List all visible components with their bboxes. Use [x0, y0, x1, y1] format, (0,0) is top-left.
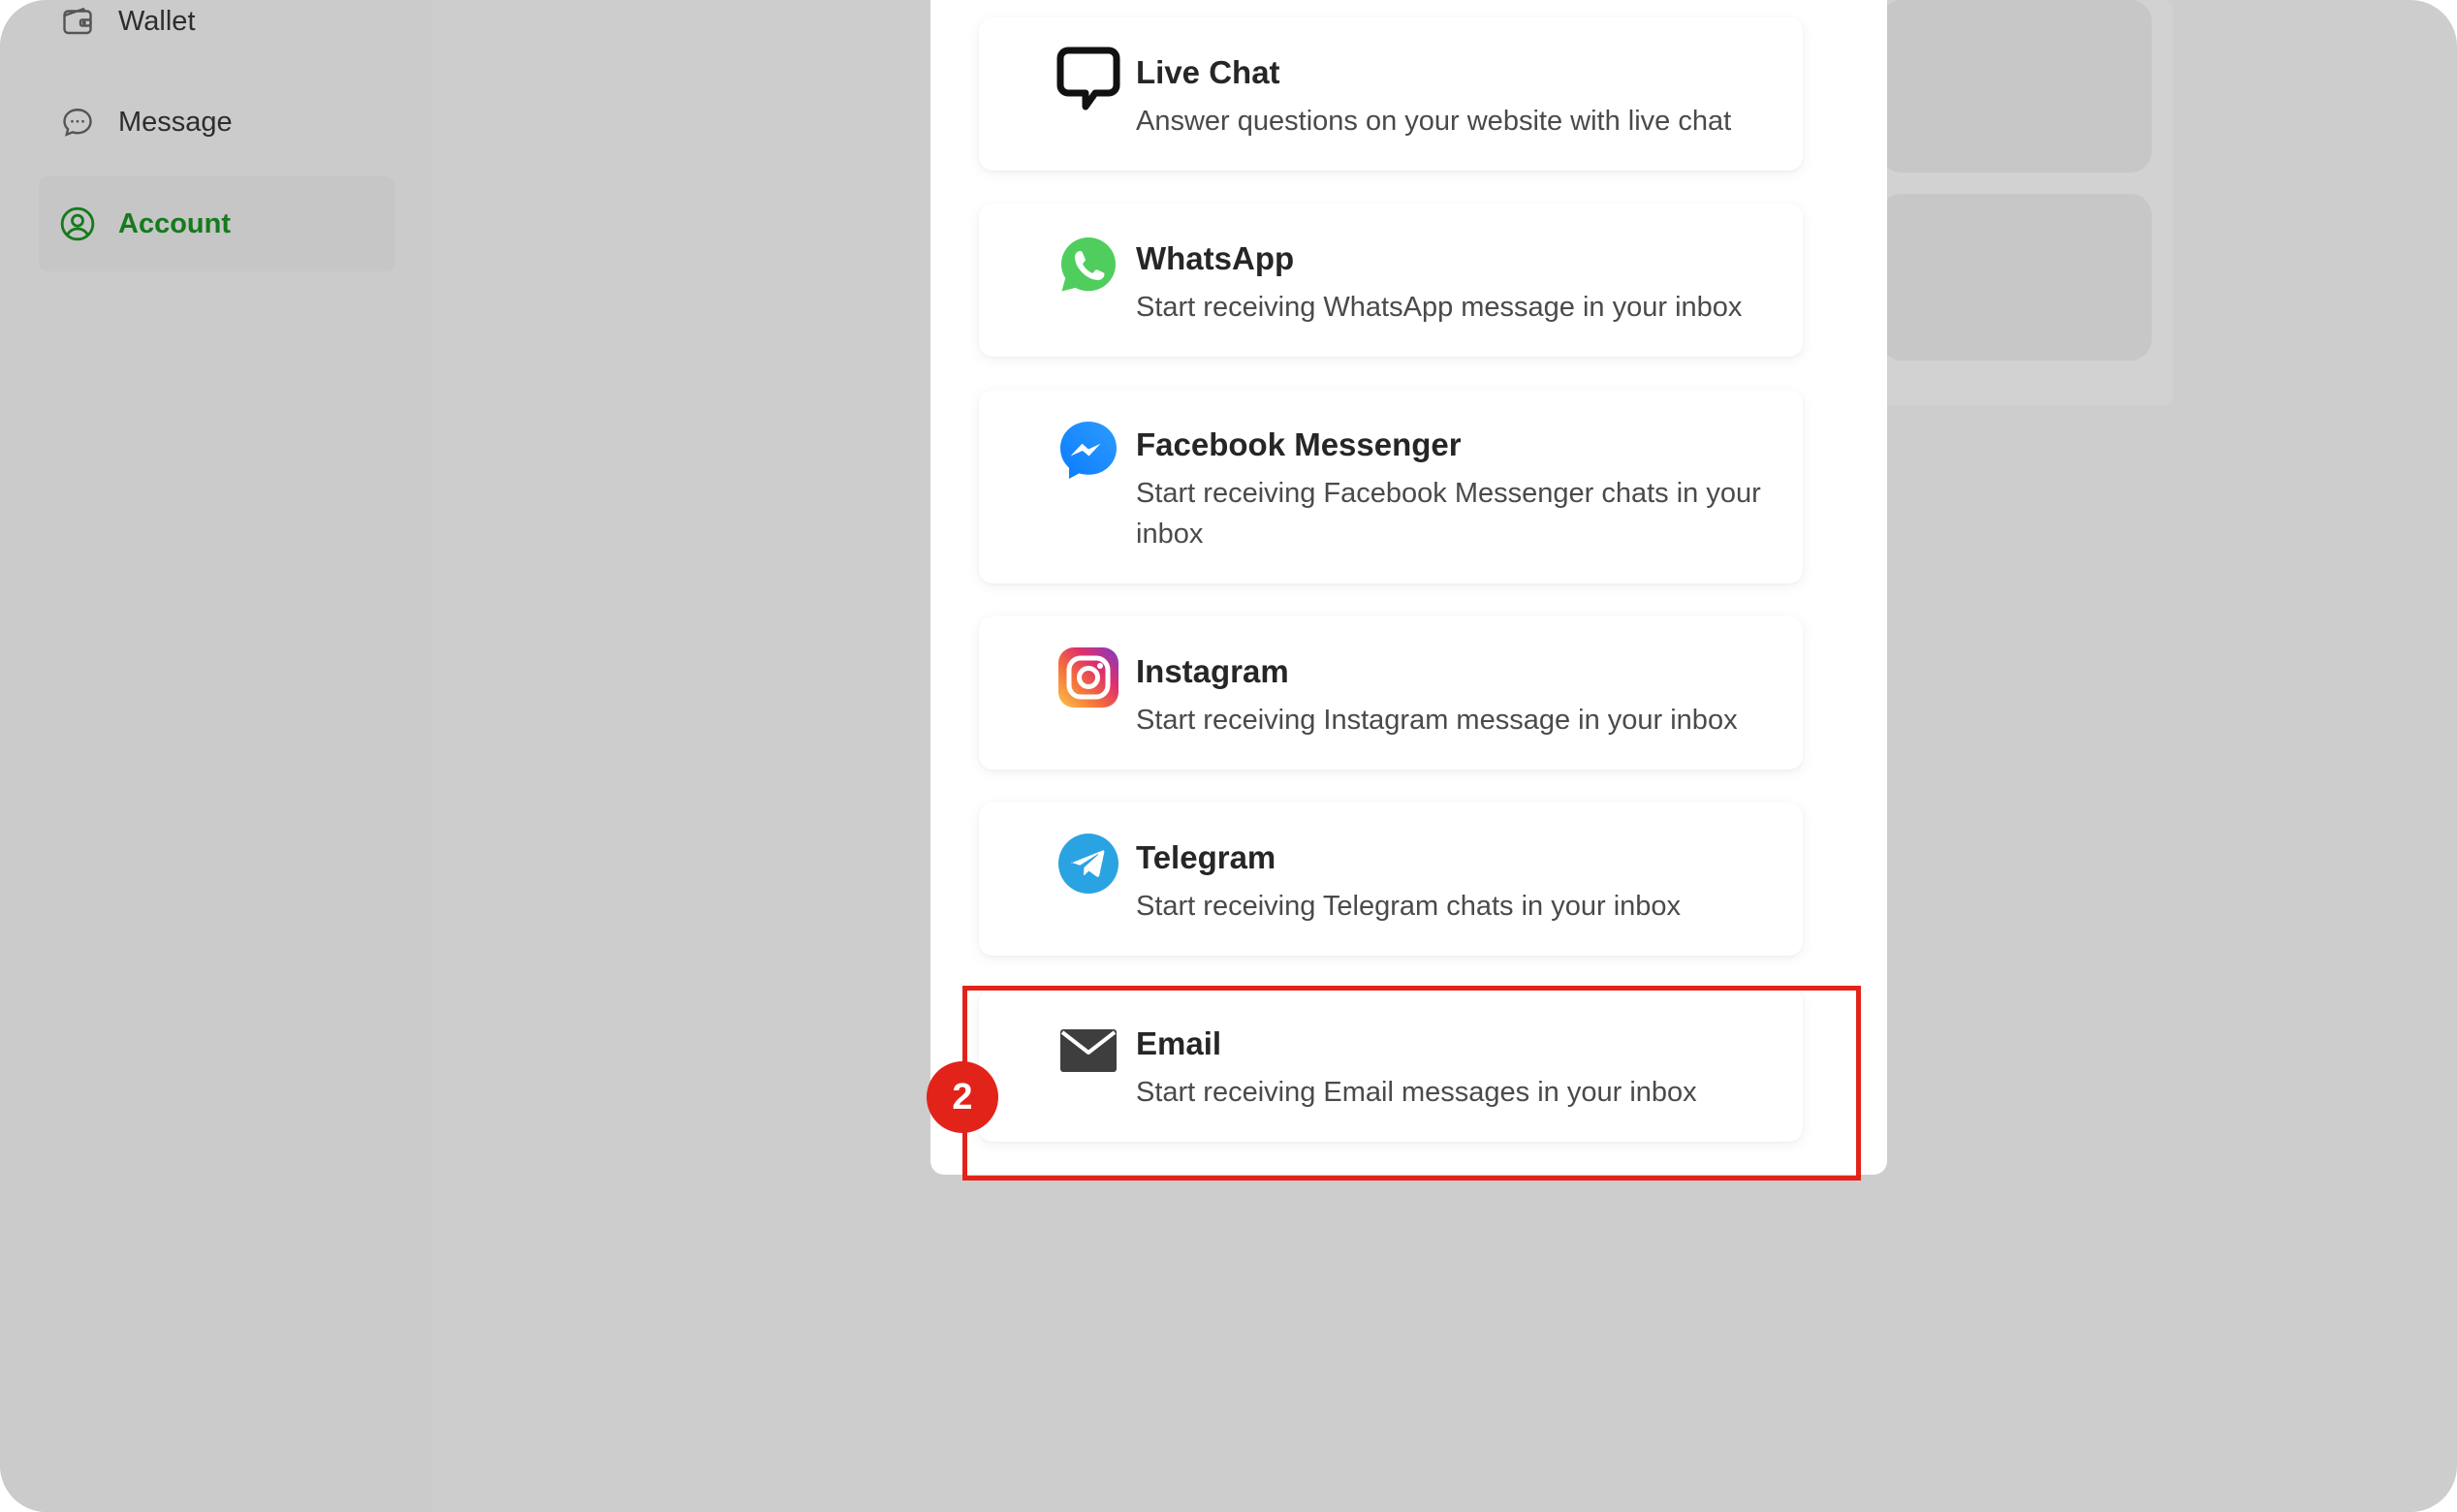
channel-title: WhatsApp — [1136, 240, 1295, 276]
message-icon — [58, 103, 97, 142]
app-window: Wallet Message Account Live Chat Answer … — [0, 0, 2457, 1512]
channel-title: Facebook Messenger — [1136, 426, 1462, 462]
whatsapp-icon — [1056, 233, 1120, 297]
telegram-icon — [1056, 832, 1120, 896]
sidebar-item-message[interactable]: Message — [39, 75, 395, 170]
channel-description: Start receiving Telegram chats in your i… — [1136, 891, 1682, 922]
account-icon — [58, 205, 97, 243]
sidebar: Wallet Message Account — [0, 0, 432, 1512]
channel-description: Start receiving Instagram message in you… — [1136, 705, 1738, 736]
sidebar-item-label: Message — [118, 106, 233, 138]
channel-title: Telegram — [1136, 839, 1276, 875]
sidebar-item-label: Wallet — [118, 5, 196, 37]
messenger-icon — [1056, 419, 1120, 483]
sidebar-item-account[interactable]: Account — [39, 176, 395, 271]
highlight-box — [962, 986, 1861, 1181]
channel-card-whatsapp[interactable]: WhatsApp Start receiving WhatsApp messag… — [979, 204, 1803, 357]
live-chat-icon — [1056, 47, 1120, 110]
channel-card-live-chat[interactable]: Live Chat Answer questions on your websi… — [979, 17, 1803, 171]
channel-description: Start receiving Facebook Messenger chats… — [1136, 478, 1761, 550]
background-card — [1880, 0, 2152, 173]
channel-card-telegram[interactable]: Telegram Start receiving Telegram chats … — [979, 803, 1803, 956]
channel-card-instagram[interactable]: Instagram Start receiving Instagram mess… — [979, 616, 1803, 770]
step-badge: 2 — [927, 1061, 998, 1133]
channel-description: Answer questions on your website with li… — [1136, 106, 1732, 137]
channel-description: Start receiving WhatsApp message in your… — [1136, 292, 1743, 323]
instagram-icon — [1056, 646, 1120, 709]
sidebar-item-wallet[interactable]: Wallet — [39, 0, 395, 69]
background-card — [1880, 194, 2152, 361]
sidebar-item-label: Account — [118, 207, 231, 239]
wallet-icon — [58, 2, 97, 41]
channel-card-facebook-messenger[interactable]: Facebook Messenger Start receiving Faceb… — [979, 390, 1803, 583]
channel-title: Instagram — [1136, 653, 1289, 689]
channel-title: Live Chat — [1136, 54, 1280, 90]
